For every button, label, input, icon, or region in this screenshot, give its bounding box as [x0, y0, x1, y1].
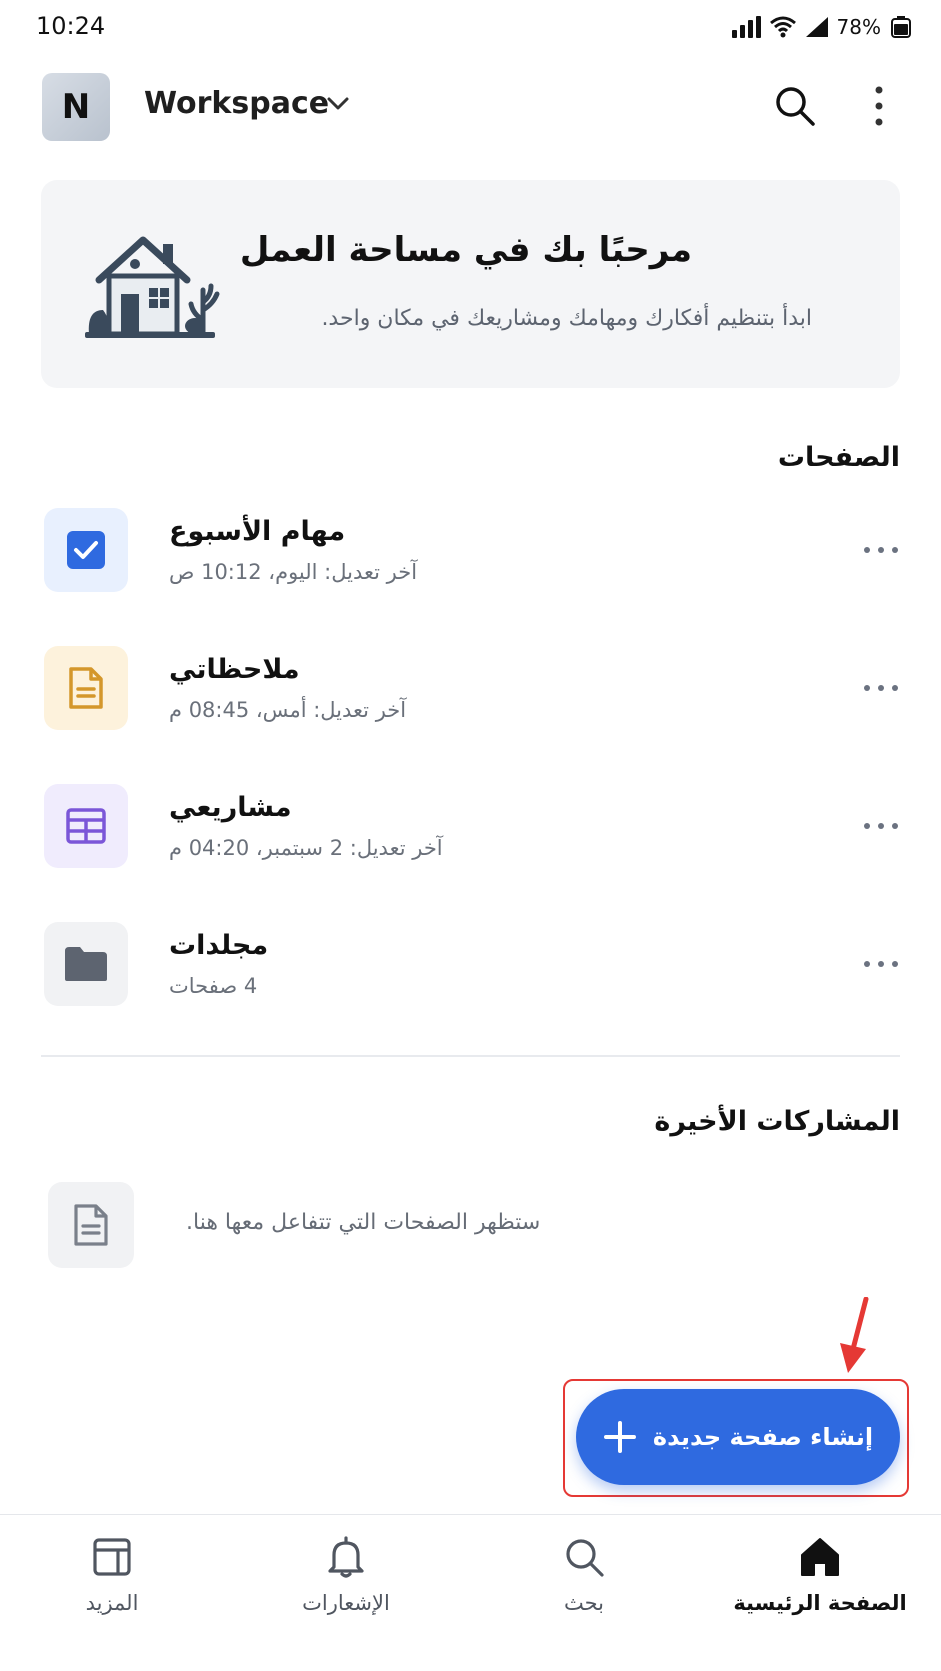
more-horizontal-icon[interactable] — [864, 676, 898, 700]
page-meta: آخر تعديل: 2 سبتمبر، 04:20 م — [169, 836, 443, 860]
plus-icon — [603, 1421, 636, 1453]
workspace-name[interactable]: Workspace — [144, 86, 329, 121]
nav-notifications[interactable]: الإشعارات — [246, 1535, 446, 1645]
nav-search-label: بحث — [563, 1591, 605, 1615]
more-horizontal-icon[interactable] — [864, 814, 898, 838]
section-divider — [41, 1055, 900, 1057]
checkbox-icon — [44, 508, 128, 592]
battery-percent: 78% — [836, 15, 881, 39]
status-bar: 10:24 78% — [0, 0, 941, 56]
bell-icon — [328, 1536, 364, 1578]
recent-empty-state: ستظهر الصفحات التي تتفاعل معها هنا. — [41, 1182, 900, 1270]
folder-icon — [44, 922, 128, 1006]
battery-icon — [891, 16, 911, 38]
create-page-label: إنشاء صفحة جديدة — [652, 1423, 874, 1451]
annotation-arrow-icon — [840, 1297, 869, 1373]
recent-empty-text: ستظهر الصفحات التي تتفاعل معها هنا. — [186, 1210, 541, 1235]
page-meta: آخر تعديل: اليوم، 10:12 ص — [169, 560, 418, 584]
create-page-button[interactable]: إنشاء صفحة جديدة — [576, 1389, 900, 1485]
nav-more-label: المزيد — [85, 1591, 139, 1615]
page-title: مشاريعي — [169, 792, 292, 823]
home-icon — [801, 1538, 839, 1576]
workspace-avatar[interactable]: N — [42, 73, 110, 141]
more-panel-icon — [93, 1538, 131, 1576]
nav-notifications-label: الإشعارات — [302, 1591, 390, 1615]
page-title: مجلدات — [169, 930, 269, 961]
status-icons: 78% — [731, 12, 913, 42]
nav-home[interactable]: الصفحة الرئيسية — [720, 1535, 920, 1645]
wifi-icon — [769, 16, 796, 38]
app-header: N Workspace — [0, 68, 941, 148]
cellular-icon — [805, 17, 828, 37]
page-meta: آخر تعديل: أمس، 08:45 م — [169, 698, 407, 722]
page-title: مهام الأسبوع — [169, 516, 346, 547]
signal-icon — [731, 16, 761, 38]
recent-section-title: المشاركات الأخيرة — [654, 1106, 900, 1137]
page-row-my-notes[interactable]: ملاحظاتي آخر تعديل: أمس، 08:45 م — [41, 646, 900, 736]
document-icon — [44, 646, 128, 730]
chevron-down-icon[interactable] — [326, 96, 350, 112]
welcome-title: مرحبًا بك في مساحة العمل — [239, 230, 692, 270]
page-row-my-projects[interactable]: مشاريعي آخر تعديل: 2 سبتمبر، 04:20 م — [41, 784, 900, 874]
page-row-weekly-tasks[interactable]: مهام الأسبوع آخر تعديل: اليوم، 10:12 ص — [41, 508, 900, 598]
more-horizontal-icon[interactable] — [864, 538, 898, 562]
search-icon[interactable] — [772, 83, 818, 129]
welcome-subtitle: ابدأ بتنظيم أفكارك ومهامك ومشاريعك في مك… — [321, 306, 812, 331]
search-icon — [566, 1539, 604, 1577]
nav-home-label: الصفحة الرئيسية — [733, 1591, 907, 1615]
welcome-card: مرحبًا بك في مساحة العمل ابدأ بتنظيم أفك… — [41, 180, 900, 388]
more-horizontal-icon[interactable] — [864, 952, 898, 976]
page-row-folders[interactable]: مجلدات 4 صفحات — [41, 922, 900, 1012]
page-title: ملاحظاتي — [169, 654, 300, 685]
status-time: 10:24 — [36, 12, 106, 40]
house-illustration-icon — [85, 236, 220, 338]
nav-search[interactable]: بحث — [484, 1535, 684, 1645]
table-icon — [44, 784, 128, 868]
bottom-nav: الصفحة الرئيسية بحث الإشعارات المزيد — [0, 1514, 941, 1671]
pages-section-title: الصفحات — [777, 442, 900, 473]
document-icon — [48, 1182, 134, 1268]
more-vertical-icon[interactable] — [864, 83, 894, 129]
nav-more[interactable]: المزيد — [12, 1535, 212, 1645]
page-meta: 4 صفحات — [169, 974, 258, 998]
